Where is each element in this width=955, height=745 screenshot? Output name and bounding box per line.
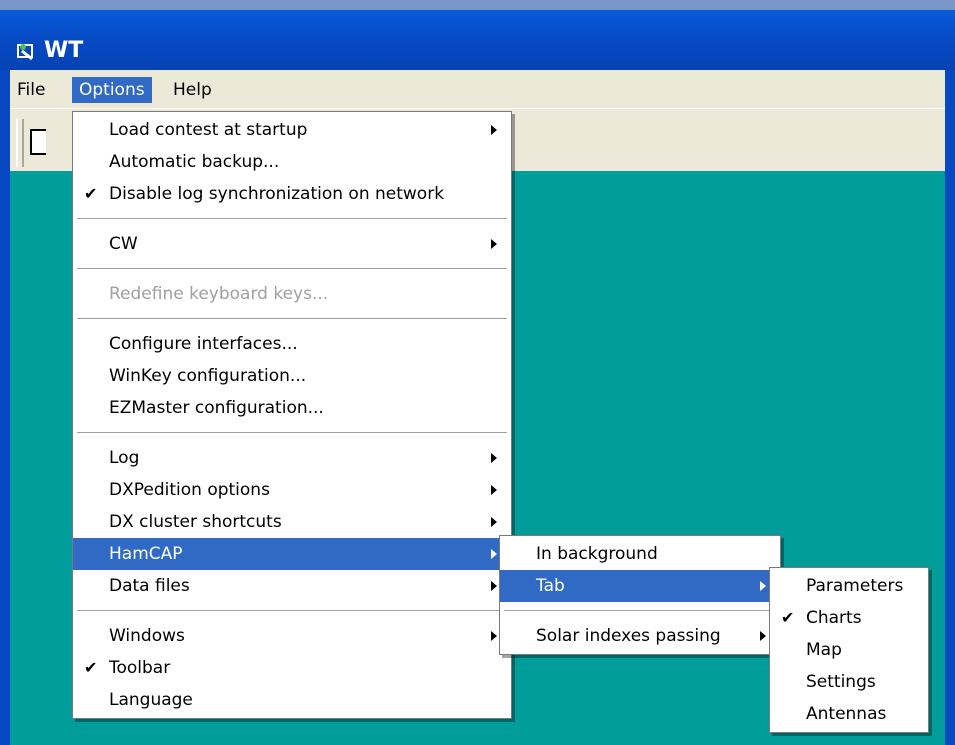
menu-item-label: WinKey configuration...: [109, 366, 307, 386]
menu-separator: [504, 610, 776, 612]
menu-separator: [77, 432, 507, 434]
submenu-arrow-icon: [491, 549, 497, 559]
hamcap-submenu: In background Tab Solar indexes passing: [499, 535, 781, 655]
menu-item-label: In background: [536, 544, 658, 564]
menu-item-label: Map: [806, 640, 842, 660]
menu-item-label: CW: [109, 234, 138, 254]
menu-item-label: DXPedition options: [109, 480, 270, 500]
menu-item-label: Tab: [536, 576, 565, 596]
menu-bar: File Options Help: [10, 70, 945, 108]
menu-item-data-files[interactable]: Data files: [73, 570, 511, 602]
menu-item-tab[interactable]: Tab: [500, 570, 780, 602]
menu-item-label: Redefine keyboard keys...: [109, 284, 329, 304]
menu-item-label: EZMaster configuration...: [109, 398, 324, 418]
menu-item-hamcap[interactable]: HamCAP: [73, 538, 511, 570]
menu-item-label: Windows: [109, 626, 185, 646]
menu-item-label: Parameters: [806, 576, 904, 596]
submenu-arrow-icon: [491, 453, 497, 463]
window-frame-left: [0, 70, 10, 745]
menu-item-label: Disable log synchronization on network: [109, 184, 445, 204]
menu-item-log[interactable]: Log: [73, 442, 511, 474]
menu-separator: [77, 268, 507, 270]
submenu-arrow-icon: [760, 631, 766, 641]
menu-item-label: Configure interfaces...: [109, 334, 298, 354]
menu-item-automatic-backup[interactable]: Automatic backup...: [73, 146, 511, 178]
menu-item-label: Toolbar: [109, 658, 171, 678]
menu-item-redefine-keys: Redefine keyboard keys...: [73, 278, 511, 310]
menu-options[interactable]: Options: [72, 77, 152, 103]
menu-item-antennas[interactable]: Antennas: [770, 698, 928, 730]
menu-help[interactable]: Help: [166, 77, 219, 103]
menu-item-load-contest[interactable]: Load contest at startup: [73, 114, 511, 146]
menu-item-label: Settings: [806, 672, 876, 692]
menu-item-label: Solar indexes passing: [536, 626, 721, 646]
menu-item-ezmaster-config[interactable]: EZMaster configuration...: [73, 392, 511, 424]
menu-item-language[interactable]: Language: [73, 684, 511, 716]
submenu-arrow-icon: [491, 581, 497, 591]
tab-submenu: Parameters ✔ Charts Map Settings Antenna…: [769, 567, 929, 733]
title-bar[interactable]: WT: [0, 10, 955, 70]
submenu-arrow-icon: [491, 125, 497, 135]
menu-item-configure-interfaces[interactable]: Configure interfaces...: [73, 328, 511, 360]
new-document-icon[interactable]: [30, 129, 46, 155]
menu-separator: [77, 610, 507, 612]
submenu-arrow-icon: [491, 517, 497, 527]
menu-item-dx-cluster-shortcuts[interactable]: DX cluster shortcuts: [73, 506, 511, 538]
menu-item-windows[interactable]: Windows: [73, 620, 511, 652]
menu-item-label: Load contest at startup: [109, 120, 308, 140]
menu-item-settings[interactable]: Settings: [770, 666, 928, 698]
checkmark-icon: ✔: [84, 184, 98, 203]
window-title: WT: [44, 38, 84, 63]
menu-file[interactable]: File: [10, 77, 52, 103]
menu-item-solar-indexes[interactable]: Solar indexes passing: [500, 620, 780, 652]
menu-item-dxpedition-options[interactable]: DXPedition options: [73, 474, 511, 506]
menu-item-in-background[interactable]: In background: [500, 538, 780, 570]
desktop-strip: [0, 0, 955, 10]
menu-item-map[interactable]: Map: [770, 634, 928, 666]
menu-item-label: Log: [109, 448, 140, 468]
menu-item-winkey-config[interactable]: WinKey configuration...: [73, 360, 511, 392]
menu-item-parameters[interactable]: Parameters: [770, 570, 928, 602]
menu-item-label: Language: [109, 690, 193, 710]
menu-item-disable-log-sync[interactable]: ✔ Disable log synchronization on network: [73, 178, 511, 210]
menu-item-label: HamCAP: [109, 544, 183, 564]
window-frame-right: [945, 70, 955, 745]
menu-item-label: Data files: [109, 576, 190, 596]
toolbar-grip[interactable]: [16, 119, 24, 167]
menu-item-toolbar[interactable]: ✔ Toolbar: [73, 652, 511, 684]
menu-item-label: Charts: [806, 608, 862, 628]
menu-item-label: DX cluster shortcuts: [109, 512, 282, 532]
menu-item-label: Antennas: [806, 704, 887, 724]
submenu-arrow-icon: [760, 581, 766, 591]
options-menu: Load contest at startup Automatic backup…: [72, 111, 512, 719]
app-icon: [17, 44, 33, 61]
checkmark-icon: ✔: [84, 658, 98, 677]
menu-item-cw[interactable]: CW: [73, 228, 511, 260]
menu-item-charts[interactable]: ✔ Charts: [770, 602, 928, 634]
submenu-arrow-icon: [491, 631, 497, 641]
menu-separator: [77, 318, 507, 320]
submenu-arrow-icon: [491, 239, 497, 249]
menu-item-label: Automatic backup...: [109, 152, 280, 172]
checkmark-icon: ✔: [781, 608, 795, 627]
menu-separator: [77, 218, 507, 220]
submenu-arrow-icon: [491, 485, 497, 495]
